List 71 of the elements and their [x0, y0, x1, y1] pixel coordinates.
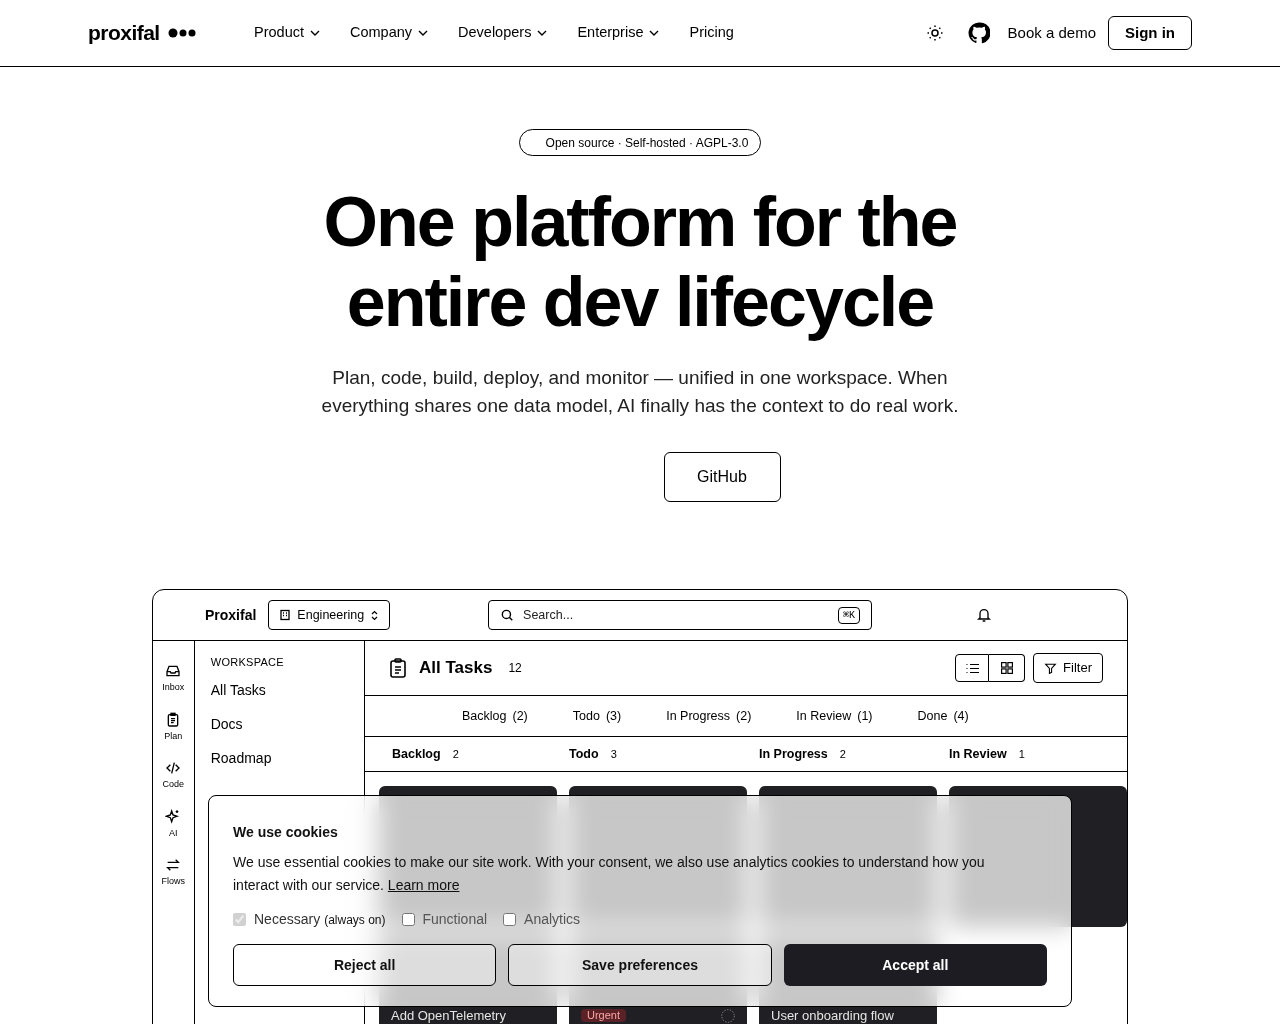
option-label: Necessary	[254, 910, 321, 929]
rail-item[interactable]: Code	[162, 760, 185, 792]
hero-title: One platform for the entire dev lifecycle	[323, 182, 957, 342]
option-label: Analytics	[524, 910, 581, 929]
rail-item[interactable]: AI	[165, 808, 182, 840]
chevron-updown-icon	[370, 609, 380, 621]
bell-icon[interactable]	[976, 607, 993, 623]
arrows-icon	[165, 857, 182, 873]
status-tab[interactable]: In Progress (2)	[666, 706, 752, 726]
cookie-button[interactable]: Accept all	[783, 944, 1047, 986]
checkbox[interactable]	[503, 913, 517, 926]
status-tab[interactable]: Backlog (2)	[462, 706, 528, 726]
code-icon	[165, 760, 182, 776]
nav-link[interactable]: Developers	[458, 22, 548, 44]
github-button[interactable]: GitHub	[663, 452, 781, 502]
status-tab[interactable]: Done (4)	[917, 706, 969, 726]
list-view-button[interactable]	[955, 654, 990, 682]
rail-item[interactable]: Inbox	[162, 663, 185, 695]
nav-link[interactable]: Enterprise	[577, 22, 660, 44]
column-count: 3	[610, 746, 617, 762]
option-label: Functional	[422, 910, 488, 929]
app-brand: Proxifal	[205, 605, 257, 625]
column-title: In Review	[949, 745, 1007, 763]
learn-more-link[interactable]: Learn more	[387, 877, 460, 893]
priority-badge: Urgent	[581, 1009, 627, 1022]
list-icon	[965, 662, 979, 674]
column-count: 2	[452, 746, 459, 762]
tasks-count: 12	[508, 660, 522, 677]
logo[interactable]: proxifal	[88, 17, 160, 49]
filter-button[interactable]: Filter	[1033, 653, 1103, 683]
hero-subtitle: Plan, code, build, deploy, and monitor — unified in one workspace. When everything shares one data model, AI finally has the context to do real work.	[320, 366, 960, 418]
column-title: Backlog	[392, 745, 441, 763]
card-title: Add OpenTelemetry	[391, 1009, 506, 1023]
column-count: 2	[839, 746, 846, 762]
filter-icon	[1044, 661, 1058, 675]
card-title: User onboarding flow	[771, 1009, 894, 1023]
clipboard-icon	[389, 658, 407, 678]
grid-icon	[1000, 662, 1013, 674]
shortcut-key: ⌘K	[838, 607, 861, 624]
tasks-title: All Tasks	[419, 657, 493, 680]
sun-icon[interactable]	[925, 24, 944, 42]
sparkle-icon	[165, 808, 182, 825]
workspace-selector[interactable]: Engineering	[268, 600, 391, 630]
inbox-icon	[165, 663, 182, 679]
nav-link[interactable]: Pricing	[689, 22, 734, 44]
dots-icon	[167, 28, 198, 38]
search-icon	[500, 608, 515, 622]
grid-view-button[interactable]	[989, 654, 1026, 682]
sign-in-button[interactable]: Sign in	[1108, 16, 1192, 50]
status-tab[interactable]: Todo (3)	[572, 706, 622, 726]
sidebar-item[interactable]: Roadmap	[210, 746, 364, 769]
cookie-title: We use cookies	[233, 823, 339, 842]
column-title: Todo	[569, 745, 599, 763]
column-title: In Progress	[759, 745, 828, 763]
cookie-text: We use essential cookies to make our site work. With your consent, we also use analytics cookies to understand how you interact with our service. Learn more	[233, 853, 986, 895]
rail-item[interactable]: Plan	[164, 711, 183, 743]
sidebar-item[interactable]: Docs	[210, 712, 364, 735]
column-count: 1	[1018, 746, 1025, 762]
building-icon	[279, 609, 292, 621]
book-demo-link[interactable]: Book a demo	[1007, 21, 1096, 45]
option-note: (always on)	[324, 911, 386, 929]
nav-link[interactable]: Company	[350, 22, 429, 44]
sidebar-heading: WORKSPACE	[210, 655, 285, 670]
checkbox[interactable]	[401, 913, 415, 926]
cookie-button[interactable]: Reject all	[233, 944, 497, 986]
nav-link[interactable]: Product	[254, 22, 320, 44]
cookie-button[interactable]: Save preferences	[508, 944, 772, 986]
status-tab[interactable]: In Review (1)	[796, 706, 873, 726]
rail-item[interactable]: Flows	[161, 857, 186, 889]
github-icon[interactable]	[967, 22, 990, 44]
sidebar-item[interactable]: All Tasks	[210, 678, 364, 701]
